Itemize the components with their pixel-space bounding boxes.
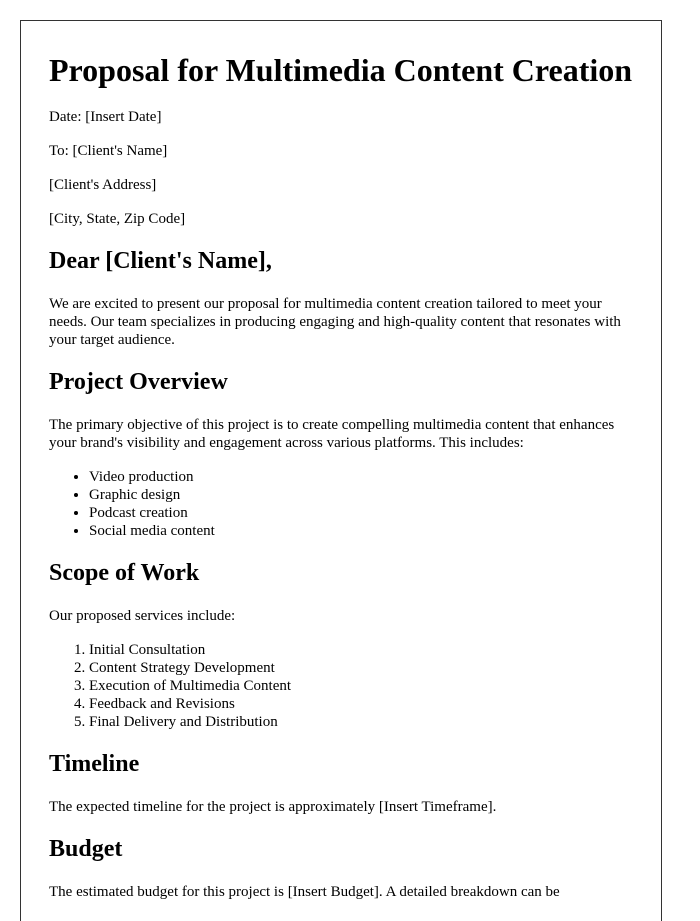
budget-heading: Budget <box>49 836 123 862</box>
list-item: Initial Consultation <box>89 641 291 659</box>
overview-paragraph: The primary objective of this project is… <box>49 417 615 451</box>
scope-list: Initial Consultation Content Strategy De… <box>49 641 291 731</box>
salutation-heading: Dear [Client's Name], <box>49 248 272 274</box>
list-item: Podcast creation <box>89 504 215 522</box>
budget-paragraph: The estimated budget for this project is… <box>49 884 560 900</box>
intro-paragraph: We are excited to present our proposal f… <box>49 296 621 348</box>
timeline-paragraph: The expected timeline for the project is… <box>49 799 497 815</box>
list-item: Content Strategy Development <box>89 659 291 677</box>
list-item: Feedback and Revisions <box>89 695 291 713</box>
scope-heading: Scope of Work <box>49 560 200 586</box>
overview-heading: Project Overview <box>49 369 228 395</box>
list-item: Social media content <box>89 522 215 540</box>
timeline-heading: Timeline <box>49 751 140 777</box>
date-line: Date: [Insert Date] <box>49 109 162 125</box>
recipient-line: To: [Client's Name] <box>49 143 168 159</box>
scope-paragraph: Our proposed services include: <box>49 608 236 624</box>
document-title: Proposal for Multimedia Content Creation <box>49 52 633 88</box>
address-line: [Client's Address] <box>49 177 157 193</box>
list-item: Final Delivery and Distribution <box>89 713 291 731</box>
overview-list: Video production Graphic design Podcast … <box>49 468 215 540</box>
document-page: Proposal for Multimedia Content Creation… <box>20 20 662 921</box>
list-item: Graphic design <box>89 486 215 504</box>
list-item: Video production <box>89 468 215 486</box>
city-line: [City, State, Zip Code] <box>49 211 186 227</box>
list-item: Execution of Multimedia Content <box>89 677 291 695</box>
